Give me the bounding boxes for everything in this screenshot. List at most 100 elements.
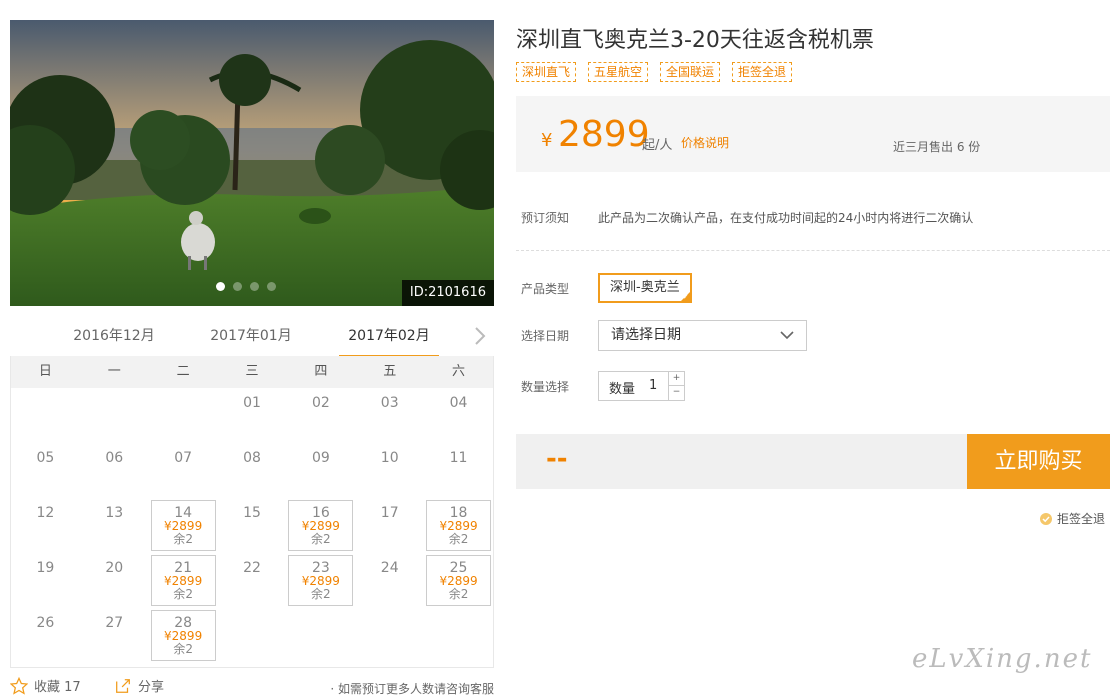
share-icon [116, 678, 130, 693]
calendar-empty-cell [355, 608, 424, 663]
day-number: 20 [105, 560, 124, 576]
calendar-day: 24 [355, 553, 424, 608]
landscape-image [10, 20, 494, 306]
price-unit: 起/人 [642, 138, 673, 153]
date-label: 选择日期 [521, 329, 570, 343]
price-amount: 2899 [558, 114, 650, 155]
month-tab-2016-12[interactable]: 2016年12月 [64, 318, 164, 358]
share-label: 分享 [138, 680, 165, 695]
day-remaining: 余2 [448, 587, 469, 601]
calendar-day: 03 [355, 388, 424, 443]
product-photo[interactable]: ID:2101616 [10, 20, 494, 306]
tag: 拒签全退 [732, 62, 793, 82]
product-tags: 深圳直飞 五星航空 全国联运 拒签全退 [516, 62, 793, 82]
calendar-empty-cell [11, 388, 80, 443]
weekday-header: 日一二三四五六 [11, 356, 493, 388]
day-number: 09 [311, 450, 330, 466]
chevron-down-icon [780, 331, 794, 340]
calendar-day-available[interactable]: 14 ¥2899 余2 [149, 498, 218, 553]
day-number: 26 [36, 615, 55, 631]
share-button[interactable]: 分享 [114, 676, 164, 695]
watermark: eLvXing.net [912, 644, 1093, 674]
consult-note: · 如需预订更多人数请咨询客服 [330, 682, 494, 696]
day-number: 11 [449, 450, 468, 466]
calendar-day: 13 [80, 498, 149, 553]
sold-count: 近三月售出 6 份 [893, 140, 981, 154]
calendar-day-available[interactable]: 16 ¥2899 余2 [286, 498, 355, 553]
decrement-button[interactable]: − [668, 386, 684, 400]
photo-id-badge: ID:2101616 [401, 280, 494, 306]
day-number: 21 [174, 560, 193, 576]
calendar-day-available[interactable]: 18 ¥2899 余2 [424, 498, 493, 553]
month-tab-2017-01[interactable]: 2017年01月 [201, 318, 301, 358]
refund-guarantee: 拒签全退 [1039, 510, 1105, 527]
quantity-label: 数量选择 [521, 380, 570, 394]
carousel-dot[interactable] [267, 282, 276, 291]
calendar-empty-cell [149, 388, 218, 443]
day-number: 05 [36, 450, 55, 466]
day-number: 24 [380, 560, 399, 576]
day-number: 08 [243, 450, 261, 466]
calendar-day: 10 [355, 443, 424, 498]
date-select[interactable]: 请选择日期 [598, 320, 807, 351]
day-number: 14 [174, 505, 193, 521]
quantity-value[interactable]: 1 [649, 378, 657, 393]
price-currency: ¥ [541, 130, 553, 151]
day-number: 19 [36, 560, 55, 576]
calendar-day-available[interactable]: 28 ¥2899 余2 [149, 608, 218, 663]
calendar-day: 01 [218, 388, 287, 443]
increment-button[interactable]: + [668, 372, 684, 386]
month-tabs: 2016年12月 2017年01月 2017年02月 [10, 318, 494, 358]
carousel-dot[interactable] [233, 282, 242, 291]
weekday-label: 六 [452, 364, 466, 379]
product-title: 深圳直飞奥克兰3-20天往返含税机票 [516, 28, 874, 53]
product-page: ID:2101616 2016年12月 2017年01月 2017年02月 日 一… [0, 0, 1115, 696]
calendar-grid: 01 02 03 04 05 06 07 08 09 10 11 12 13 14 ¥2899 余2 15 16 ¥… [11, 388, 493, 663]
tag: 全国联运 [660, 62, 721, 82]
day-remaining: 余2 [173, 587, 193, 601]
calendar-day-available[interactable]: 25 ¥2899 余2 [424, 553, 493, 608]
day-remaining: 余2 [173, 532, 193, 546]
weekday-label: 二 [176, 364, 190, 379]
day-number: 23 [311, 560, 330, 576]
calendar-day-available[interactable]: 23 ¥2899 余2 [286, 553, 355, 608]
quantity-inner-label: 数量 [609, 382, 636, 397]
calendar-day: 17 [355, 498, 424, 553]
check-icon: ✓ [682, 293, 689, 301]
carousel-dot[interactable] [250, 282, 259, 291]
weekday-label: 一 [107, 364, 121, 379]
refund-text: 拒签全退 [1057, 512, 1106, 526]
day-number: 02 [311, 395, 330, 411]
day-number: 01 [243, 395, 261, 411]
day-remaining: 余2 [311, 532, 331, 546]
check-circle-icon [1040, 512, 1052, 525]
weekday-label: 日 [38, 364, 52, 379]
type-label: 产品类型 [521, 282, 570, 296]
day-number: 22 [243, 560, 261, 576]
product-type-option[interactable]: 深圳-奥克兰 ✓ [598, 273, 692, 303]
star-icon [10, 676, 28, 695]
calendar-day: 07 [149, 443, 218, 498]
calendar-day: 27 [80, 608, 149, 663]
month-tab-2017-02[interactable]: 2017年02月 [339, 318, 439, 358]
chevron-right-icon[interactable] [472, 326, 488, 346]
day-number: 07 [174, 450, 193, 466]
divider [516, 250, 1110, 251]
product-type-value: 深圳-奥克兰 [610, 280, 680, 295]
calendar-day: 22 [218, 553, 287, 608]
notice-text: 此产品为二次确认产品，在支付成功时间起的24小时内将进行二次确认 [598, 211, 974, 225]
calendar-day: 12 [11, 498, 80, 553]
price-calendar: 日 一 二 三 四 五 六 01 02 03 04 05 06 07 08 09 10 11 12 13 14 ¥289… [10, 356, 494, 668]
day-number: 28 [174, 615, 193, 631]
favorite-label: 收藏 17 [34, 680, 81, 695]
calendar-day: 05 [11, 443, 80, 498]
buy-now-button[interactable]: 立即购买 [967, 434, 1110, 489]
calendar-day-available[interactable]: 21 ¥2899 余2 [149, 553, 218, 608]
total-price: -- [546, 444, 568, 474]
carousel-dot[interactable] [216, 282, 225, 291]
favorite-button[interactable]: 收藏 17 [10, 676, 81, 695]
tag: 五星航空 [588, 62, 649, 82]
price-explain-link[interactable]: 价格说明 [681, 134, 729, 151]
day-number: 25 [449, 560, 468, 576]
day-number: 13 [105, 505, 124, 521]
